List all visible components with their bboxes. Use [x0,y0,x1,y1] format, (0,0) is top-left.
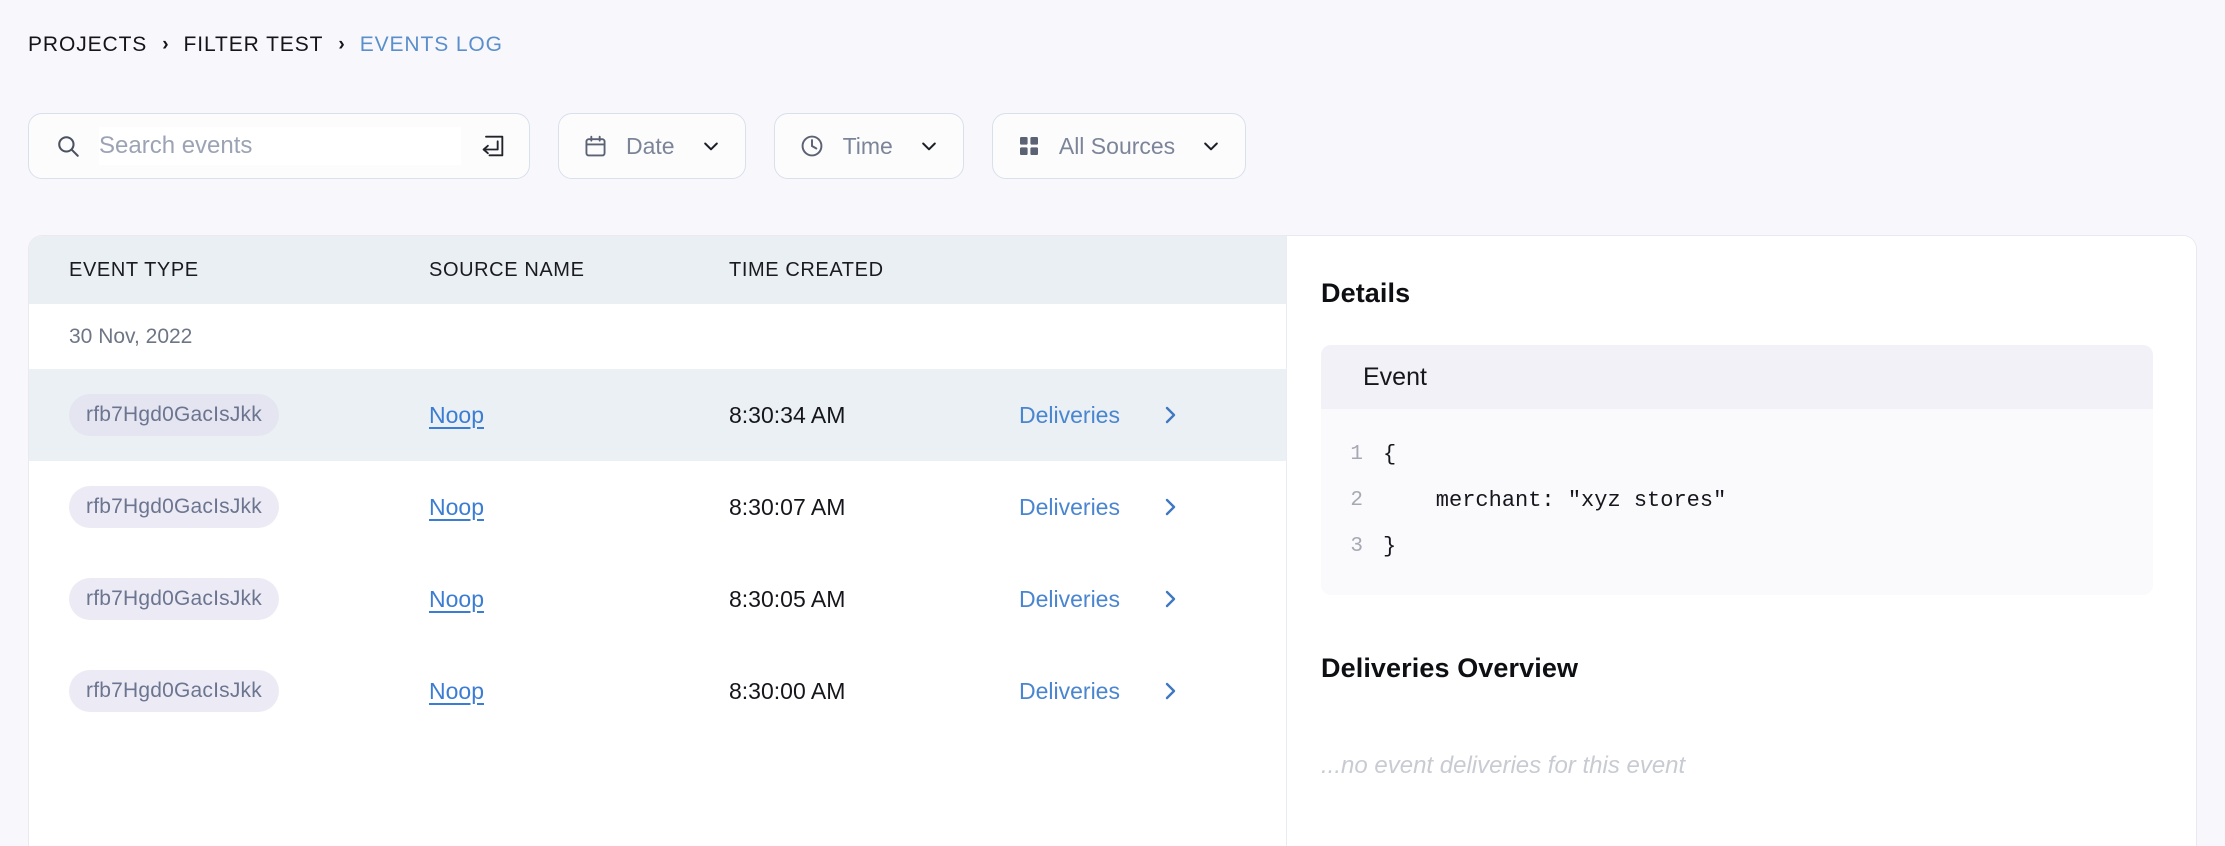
deliveries-link[interactable]: Deliveries [1019,586,1120,613]
date-filter-label: Date [626,132,675,159]
column-header-event-type: EVENT TYPE [69,258,199,281]
date-group-header: 30 Nov, 2022 [29,304,1286,369]
calendar-icon [583,134,608,159]
breadcrumb: PROJECTS › FILTER TEST › EVENTS LOG [28,30,503,60]
events-card: EVENT TYPE SOURCE NAME TIME CREATED 30 N… [28,235,2197,846]
table-row[interactable]: rfb7Hgd0GacIsJkk Noop 8:30:34 AM Deliver… [29,369,1286,461]
event-type-badge: rfb7Hgd0GacIsJkk [69,486,279,528]
time-filter-label: Time [842,132,893,159]
enter-key-icon[interactable] [479,132,507,160]
chevron-down-icon [1201,136,1221,156]
deliveries-link[interactable]: Deliveries [1019,494,1120,521]
search-input[interactable] [99,127,461,165]
source-name-link[interactable]: Noop [429,494,484,520]
deliveries-empty-message: ...no event deliveries for this event [1321,752,1686,779]
code-line: 2 merchant: "xyz stores" [1321,477,2153,523]
date-group-label: 30 Nov, 2022 [69,324,193,348]
search-icon [55,133,81,159]
grid-icon [1017,134,1041,158]
event-type-badge: rfb7Hgd0GacIsJkk [69,578,279,620]
date-filter-button[interactable]: Date [558,113,746,179]
sources-filter-label: All Sources [1058,132,1176,159]
breadcrumb-item-events-log[interactable]: EVENTS LOG [360,33,503,57]
code-line: 1 { [1321,431,2153,477]
code-content: merchant: [1383,487,1568,513]
filter-bar: Date Time [28,113,1247,179]
source-name-link[interactable]: Noop [429,402,484,428]
table-row[interactable]: rfb7Hgd0GacIsJkk Noop 8:30:00 AM Deliver… [29,645,1286,737]
time-created-value: 8:30:07 AM [729,493,846,520]
search-box[interactable] [28,113,530,179]
code-content: { [1383,441,1397,467]
line-number: 2 [1350,488,1363,512]
event-payload-label: Event [1363,362,1427,391]
chevron-right-icon[interactable] [1158,495,1182,519]
chevron-down-icon [919,136,939,156]
clock-icon [799,133,825,159]
event-payload-header: Event [1321,345,2153,409]
column-header-time-created: TIME CREATED [729,258,884,281]
event-type-badge: rfb7Hgd0GacIsJkk [69,670,279,712]
line-number: 3 [1350,534,1363,558]
breadcrumb-separator-icon: › [338,33,345,55]
source-name-link[interactable]: Noop [429,678,484,704]
time-created-value: 8:30:00 AM [729,677,846,704]
code-string: "xyz stores" [1567,487,1727,513]
time-created-value: 8:30:34 AM [729,401,846,428]
deliveries-link[interactable]: Deliveries [1019,678,1120,705]
deliveries-link[interactable]: Deliveries [1019,402,1120,429]
events-log-page: PROJECTS › FILTER TEST › EVENTS LOG Sear… [0,0,2225,846]
details-panel: Details Event 1 { 2 merchant: "xyz store… [1287,236,2196,846]
details-title: Details [1321,278,1411,308]
event-payload-code: 1 { 2 merchant: "xyz stores" 3 } [1321,409,2153,595]
event-type-badge: rfb7Hgd0GacIsJkk [69,394,279,436]
line-number: 1 [1350,442,1363,466]
column-header-source-name: SOURCE NAME [429,258,585,281]
deliveries-overview-title: Deliveries Overview [1321,653,1579,683]
code-content: } [1383,533,1397,559]
chevron-right-icon[interactable] [1158,403,1182,427]
chevron-right-icon[interactable] [1158,587,1182,611]
sources-filter-button[interactable]: All Sources [991,113,1247,179]
chevron-right-icon[interactable] [1158,679,1182,703]
time-created-value: 8:30:05 AM [729,585,846,612]
chevron-down-icon [701,136,721,156]
table-row[interactable]: rfb7Hgd0GacIsJkk Noop 8:30:05 AM Deliver… [29,553,1286,645]
time-filter-button[interactable]: Time [773,113,964,179]
breadcrumb-item-filter-test[interactable]: FILTER TEST [184,33,324,57]
source-name-link[interactable]: Noop [429,586,484,612]
event-payload-card: Event 1 { 2 merchant: "xyz stores" 3} [1321,345,2153,595]
table-header-row: EVENT TYPE SOURCE NAME TIME CREATED [29,236,1286,304]
breadcrumb-item-projects[interactable]: PROJECTS [28,33,147,57]
events-table: EVENT TYPE SOURCE NAME TIME CREATED 30 N… [29,236,1287,846]
breadcrumb-separator-icon: › [162,33,169,55]
table-row[interactable]: rfb7Hgd0GacIsJkk Noop 8:30:07 AM Deliver… [29,461,1286,553]
code-line: 3 } [1321,523,2153,569]
